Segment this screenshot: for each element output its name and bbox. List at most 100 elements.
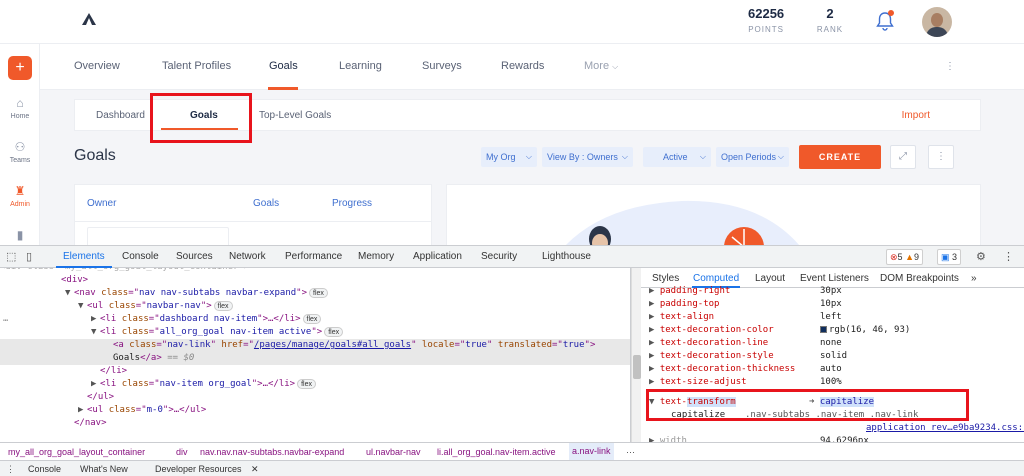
breadcrumb-item[interactable]: nav.nav.nav-subtabs.navbar-expand [200, 447, 344, 457]
computed-prop[interactable]: ▶ text-align left [649, 311, 1019, 324]
column-header-progress[interactable]: Progress [332, 198, 372, 209]
more-options-icon[interactable]: ⋮ [945, 61, 955, 72]
messages-badge[interactable]: ▣ 3 [937, 249, 962, 265]
column-header-goals[interactable]: Goals [253, 198, 279, 209]
notification-bell-icon[interactable] [875, 10, 895, 32]
dom-line[interactable]: ▶ <ul class="m-0">…</ul> [0, 404, 630, 417]
close-icon[interactable]: ✕ [251, 464, 259, 475]
tab-overview[interactable]: Overview [74, 60, 120, 72]
dom-line[interactable]: </nav> [0, 417, 630, 430]
inspect-element-icon[interactable]: ⬚ [6, 250, 16, 263]
dom-expand-toggle[interactable]: ▼ [91, 326, 100, 339]
devtools-tab-elements[interactable]: Elements [63, 251, 105, 262]
devtools-tab-sources[interactable]: Sources [176, 251, 213, 262]
expand-arrow-icon[interactable]: ▶ [649, 299, 660, 309]
computed-prop[interactable]: ▶ text-decoration-style solid [649, 350, 1019, 363]
styles-tab-styles[interactable]: Styles [652, 273, 679, 284]
sidebar-item-admin[interactable]: ♜ Admin [0, 184, 40, 208]
dom-line[interactable]: ▼ <li class="all_org_goal nav-item active… [0, 326, 630, 339]
drawer-tab-developer-resources[interactable]: Developer Resources [155, 464, 242, 474]
dom-line[interactable]: <a class="nav-link" href="/pages/manage/… [0, 339, 630, 352]
tab-talent-profiles[interactable]: Talent Profiles [162, 60, 231, 72]
expand-arrow-icon[interactable]: ▶ [649, 325, 660, 335]
breadcrumb-item[interactable]: my_all_org_goal_layout_container [8, 447, 145, 457]
flex-badge[interactable]: flex [302, 313, 322, 324]
sidebar-item-home[interactable]: ⌂ Home [0, 96, 40, 120]
devtools-tab-security[interactable]: Security [481, 251, 517, 262]
devtools-tab-application[interactable]: Application [413, 251, 462, 262]
sidebar-item-teams[interactable]: ⚇ Teams [0, 140, 40, 164]
device-toolbar-icon[interactable]: ▯ [26, 250, 32, 263]
expand-arrow-icon[interactable]: ▶ [649, 286, 660, 296]
styles-tab-layout[interactable]: Layout [755, 273, 785, 284]
kebab-menu-icon[interactable]: ⋮ [928, 145, 954, 169]
breadcrumb-item[interactable]: li.all_org_goal.nav-item.active [437, 447, 556, 457]
more-tabs-icon[interactable]: » [971, 273, 977, 284]
tab-goals[interactable]: Goals [269, 60, 298, 72]
dom-line[interactable]: </ul> [0, 391, 630, 404]
app-logo-icon[interactable] [82, 13, 96, 25]
sidebar-item-reports[interactable]: ▮ [0, 228, 40, 245]
add-icon[interactable]: + [8, 56, 32, 80]
dom-scrollbar-thumb[interactable] [633, 355, 641, 379]
color-swatch-icon[interactable] [820, 326, 827, 333]
issues-badge[interactable]: ⊗5 ▲9 [886, 249, 924, 265]
filter-active[interactable]: Active ⌵ [643, 147, 711, 167]
create-button[interactable]: CREATE [799, 145, 881, 169]
subtab-dashboard[interactable]: Dashboard [96, 110, 145, 121]
styles-tab-computed[interactable]: Computed [693, 273, 739, 284]
computed-prop[interactable]: ▶ text-decoration-color rgb(16, 46, 93) [649, 324, 1019, 337]
tab-learning[interactable]: Learning [339, 60, 382, 72]
breadcrumb-more-icon[interactable]: ⋯ [626, 447, 635, 458]
dom-line[interactable]: ▼ <ul class="navbar-nav"> flex [0, 300, 630, 313]
drawer-tab-console[interactable]: Console [28, 464, 61, 474]
devtools-tab-network[interactable]: Network [229, 251, 266, 262]
breadcrumb-item-selected[interactable]: a.nav-link [569, 443, 614, 460]
tab-surveys[interactable]: Surveys [422, 60, 462, 72]
devtools-menu-icon[interactable]: ⋮ [1003, 250, 1014, 263]
computed-prop[interactable]: ▶ padding-top 10px [649, 298, 1019, 311]
dom-expand-toggle[interactable]: ▶ [91, 378, 100, 391]
dom-expand-toggle[interactable]: ▶ [78, 404, 87, 417]
stylesheet-source-link[interactable]: application_rev…e9ba9234.css:( [866, 422, 1024, 435]
flex-badge[interactable]: flex [309, 287, 328, 298]
expand-arrow-icon[interactable]: ▶ [649, 312, 660, 322]
settings-gear-icon[interactable]: ⚙ [976, 250, 986, 263]
drawer-tab-whats-new[interactable]: What's New [80, 464, 128, 474]
flex-badge[interactable]: flex [213, 300, 233, 311]
tab-more[interactable]: More ⌵ [584, 60, 618, 72]
expand-arrow-icon[interactable]: ▶ [649, 338, 660, 348]
breadcrumb-item[interactable]: div [176, 447, 188, 457]
devtools-tab-console[interactable]: Console [122, 251, 159, 262]
styles-tab-dom-breakpoints[interactable]: DOM Breakpoints [880, 273, 959, 284]
filter-open-periods[interactable]: Open Periods ⌵ [716, 147, 789, 167]
ellipsis-icon[interactable]: ⋯ [3, 316, 8, 326]
dom-attr-link[interactable]: /pages/manage/goals#all_goals [254, 340, 411, 350]
computed-prop[interactable]: ▶ text-size-adjust 100% [649, 376, 1019, 389]
import-link[interactable]: Import [902, 110, 930, 121]
filter-my-org[interactable]: My Org ⌵ [481, 147, 537, 167]
dom-scrollbar[interactable] [631, 268, 641, 442]
breadcrumb-item[interactable]: ul.navbar-nav [366, 447, 421, 457]
drawer-menu-icon[interactable]: ⋮ [6, 464, 15, 475]
expand-icon[interactable]: ⤢ [890, 145, 916, 169]
dom-line[interactable]: <div> [0, 274, 630, 287]
dom-expand-toggle[interactable]: ▼ [65, 287, 74, 300]
expand-arrow-icon[interactable]: ▶ [649, 364, 660, 374]
computed-prop[interactable]: ▶ padding-right 30px [649, 285, 1019, 298]
dom-line[interactable]: </li> [0, 365, 630, 378]
subtab-top-level-goals[interactable]: Top-Level Goals [259, 110, 331, 121]
flex-badge[interactable]: flex [297, 378, 317, 389]
devtools-tab-lighthouse[interactable]: Lighthouse [542, 251, 591, 262]
expand-arrow-icon[interactable]: ▶ [649, 351, 660, 361]
dom-line[interactable]: ▶ <li class="dashboard nav-item">…</li> fl… [0, 313, 630, 326]
computed-prop[interactable]: ▶ width 94.6296px [649, 435, 1019, 442]
expand-arrow-icon[interactable]: ▶ [649, 377, 660, 387]
devtools-tab-performance[interactable]: Performance [285, 251, 342, 262]
dom-line[interactable]: ▶ <li class="nav-item org_goal">…</li> fle… [0, 378, 630, 391]
tab-rewards[interactable]: Rewards [501, 60, 544, 72]
user-avatar[interactable] [922, 7, 952, 37]
dom-line[interactable]: ▼ <nav class="nav nav-subtabs navbar-expa… [0, 287, 630, 300]
dom-line[interactable]: Goals</a> == $0 [0, 352, 630, 365]
styles-tab-event-listeners[interactable]: Event Listeners [800, 273, 869, 284]
